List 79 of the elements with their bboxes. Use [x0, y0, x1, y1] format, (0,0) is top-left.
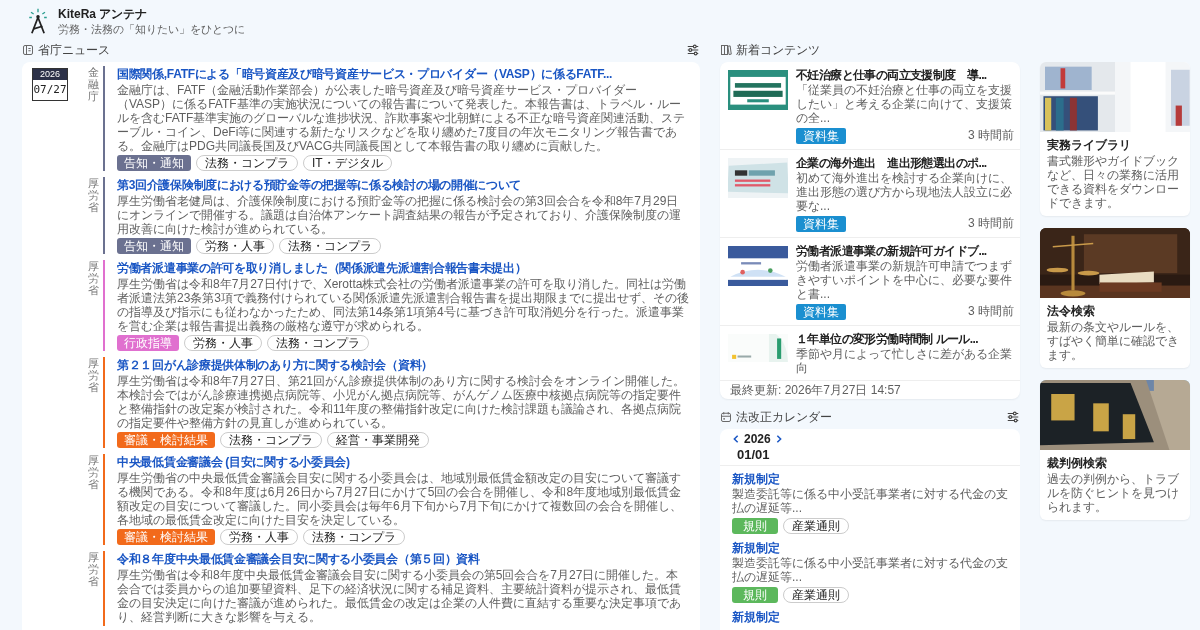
- calendar-year: 2026: [744, 432, 771, 446]
- time-ago: 3 時間前: [968, 303, 1014, 320]
- news-title-link[interactable]: 第3回介護保険制度における預貯金等の把握等に係る検討の場の開催について: [117, 177, 690, 193]
- service-description: 最新の条文やルールを、すばやく簡単に確認できます。: [1047, 320, 1180, 362]
- service-title: 法令検索: [1047, 303, 1096, 319]
- service-description: 過去の判例から、トラブルを防ぐヒントを見つけられます。: [1047, 472, 1180, 514]
- newspaper-icon: [22, 44, 34, 56]
- news-summary: 厚生労働省は令和8年7月27日、第21回がん診療提供体制のあり方に関する検討会をオンライン開催した。本検討会ではがん診療連携拠点病院等、小児がん拠点病院等、がんゲノム医療中核拠点病院等の指定要件と整備指針の改定案が検討された。令和11年度の整備指針改定に向けた検討課題も議論され、各拠点病院の指定要件や整備方針の見直しが進められている。: [117, 374, 687, 430]
- content-summary: 「従業員の不妊治療と仕事の両立を支援したい」と考える企業に向けて、支援策の全...: [796, 83, 1013, 125]
- next-year-button[interactable]: [774, 434, 783, 444]
- content-title: 不妊治療と仕事の両立支援制度 導...: [796, 68, 988, 83]
- news-title-link[interactable]: 中央最低賃金審議会 (目安に関する小委員会): [117, 454, 690, 470]
- content-summary: 初めて海外進出を検討する企業向けに、進出形態の選び方から現地法人設立に必要な...: [796, 171, 1013, 213]
- news-summary: 厚生労働省の中央最低賃金審議会目安に関する小委員会は、地域別最低賃金額改定の目安について審議する機関である。令和8年度は6月26日から7月27日にかけて5回の会合を開催し、令和8年度地域別最低賃金額改定の目安について審議した。同小委員会は毎年6月下旬から7月下旬にかけて複数回の会合を開催し、各地域の最低賃金改定に向けた目安を決定している。: [117, 471, 684, 527]
- content-title: １年単位の変形労働時間制 ルール...: [796, 332, 979, 347]
- filter-button[interactable]: [686, 43, 700, 57]
- category-tag: 審議・検討結果: [117, 529, 215, 545]
- filter-button[interactable]: [1006, 410, 1020, 424]
- news-title-link[interactable]: 国際関係,FATFによる「暗号資産及び暗号資産サービス・プロバイダー（VASP）に係るFATF...: [117, 66, 690, 82]
- content-item[interactable]: 労働者派遣事業の新規許可ガイドブ... 労働者派遣事業の新規許可申請でつまずきやすいポイントを中心に、必要な要件と書... 資料集 3 時間前: [720, 238, 1020, 326]
- previous-year-button[interactable]: [732, 434, 740, 444]
- entry-title-link[interactable]: 新規制定: [732, 609, 1014, 625]
- entry-title-link[interactable]: 新規制定: [732, 540, 1014, 556]
- filter-icon: [686, 43, 700, 57]
- type-tag: 資料集: [796, 127, 846, 144]
- news-summary: 厚生労働省老健局は、介護保険制度における預貯金等の把握に係る検討会の第3回会合を令和8年7月29日にオンラインで開催する。議題は自治体アンケート調査結果の報告が予定されており、介護保険制度の運用改善に向けた検討が進められている。: [117, 194, 682, 236]
- antenna-logo-icon: [28, 7, 48, 35]
- filter-icon: [1006, 410, 1020, 424]
- content-item[interactable]: 不妊治療と仕事の両立支援制度 導... 「従業員の不妊治療と仕事の両立を支援したい」と考える企業に向けて、支援策の全... 資料集 3 時間前: [720, 62, 1020, 150]
- content-item[interactable]: １年単位の変形労働時間制 ルール... 季節や月によって忙しさに差がある企業向: [720, 326, 1020, 380]
- content-title: 企業の海外進出 進出形態選出のポ...: [796, 156, 988, 171]
- content-summary: 季節や月によって忙しさに差がある企業向: [796, 347, 1013, 375]
- news-title-link[interactable]: 第２１回がん診療提供体制のあり方に関する検討会（資料）: [117, 357, 690, 373]
- agency-label: 厚労省: [88, 551, 99, 590]
- news-title-link[interactable]: 令和８年度中央最低賃金審議会目安に関する小委員会（第５回）資料: [117, 551, 690, 567]
- category-tag: 告知・通知: [117, 238, 191, 254]
- agency-label: 金融庁: [88, 66, 99, 105]
- category-tag: 告知・通知: [117, 155, 191, 171]
- section-heading: 省庁ニュース: [38, 42, 111, 58]
- service-card[interactable]: 裁判例検索 過去の判例から、トラブルを防ぐヒントを見つけられます。: [1040, 380, 1190, 520]
- time-ago: 3 時間前: [968, 127, 1014, 144]
- news-summary: 厚生労働省は令和8年7月27日付けで、Xerotta株式会社の労働者派遣事業の許可を取り消した。同社は労働者派遣法第23条第3項で義務付けられている関係派遣先派遣割合報告書を提出期限までに提出せず、その後の指導及び指示にも従わなかったため、同法第14条第1項第4号に基づき許可取消処分を行った。派遣事業を営む企業は報告書提出義務の厳格な遵守が求められる。: [117, 277, 690, 333]
- agency-label: 厚労省: [88, 454, 99, 493]
- service-card[interactable]: 実務ライブラリ 書式雛形やガイドブックなど、日々の業務に活用できる資料をダウンロードできます。: [1040, 62, 1190, 216]
- news-summary: 厚生労働省は令和8年度中央最低賃金審議会目安に関する小委員会の第5回会合を7月27日に開催した。本会合では委員からの追加要望資料、足下の経済状況に関する補足資料、主要統計資料が提示され、最低賃金の目安決定に向けた審議が進められた。最低賃金の改定は企業の人件費に直結する重要な決定事項であり、経営判断に大きな影響を与える。: [117, 568, 682, 624]
- last-updated: 最終更新: 2026年7月27日 14:57: [720, 380, 1020, 399]
- chevron-left-icon: [732, 434, 740, 444]
- category-tag: 行政指導: [117, 335, 179, 351]
- entry-title-link[interactable]: 新規制定: [732, 471, 1014, 487]
- content-title: 労働者派遣事業の新規許可ガイドブ...: [796, 244, 988, 259]
- agency-label: 厚労省: [88, 357, 99, 396]
- category-tag: 規則: [732, 518, 778, 534]
- section-heading: 法改正カレンダー: [736, 409, 833, 425]
- calendar-icon: [720, 411, 732, 423]
- type-tag: 資料集: [796, 303, 846, 320]
- time-ago: 3 時間前: [968, 215, 1014, 232]
- date-day: 07/27: [33, 80, 67, 100]
- content-item[interactable]: 企業の海外進出 進出形態選出のポ... 初めて海外進出を検討する企業向けに、進出形態の選び方から現地法人設立に必要な... 資料集 3 時間前: [720, 150, 1020, 238]
- calendar-date: 01/01: [736, 446, 771, 463]
- service-card[interactable]: 法令検索 最新の条文やルールを、すばやく簡単に確認できます。: [1040, 228, 1190, 368]
- news-title-link[interactable]: 労働者派遣事業の許可を取り消しました（関係派遣先派遣割合報告書未提出）: [117, 260, 690, 276]
- category-tag: 審議・検討結果: [117, 432, 215, 448]
- service-description: 書式雛形やガイドブックなど、日々の業務に活用できる資料をダウンロードできます。: [1047, 154, 1180, 210]
- books-icon: [720, 44, 732, 56]
- service-title: 裁判例検索: [1047, 455, 1108, 471]
- service-title: 実務ライブラリ: [1047, 137, 1132, 153]
- app-tagline: 労務・法務の「知りたい」をひとつに: [58, 21, 245, 36]
- app-title: KiteRa アンテナ: [58, 6, 149, 22]
- section-heading: 新着コンテンツ: [736, 42, 821, 58]
- category-tag: 規則: [732, 587, 778, 603]
- news-summary: 金融庁は、FATF（金融活動作業部会）が公表した暗号資産及び暗号資産サービス・プロバイダー（VASP）に係るFATF基準の実施状況についての報告書について発表した。本報告書は、トラベル・ルールを含むFATF基準実施のグローバルな進捗状況、詐欺事案や北朝鮮による不正な暗号資産関連活動、ステーブル・コイン、DeFi等に関連する新たなリスクなどを取り纏めた7度目の年次モニタリング報告書である。金融庁はPDG共同議長国及びVACG共同議長国として本報告書の取り纏めに貢献した。: [117, 83, 687, 153]
- content-summary: 労働者派遣事業の新規許可申請でつまずきやすいポイントを中心に、必要な要件と書...: [796, 259, 1013, 301]
- agency-label: 厚労省: [88, 177, 99, 216]
- entry-summary: 製造委託等に係る中小受託事業者に対する代金の支払の遅延等...: [732, 556, 1009, 584]
- entry-summary: 製造委託等に係る中小受託事業者に対する代金の支払の遅延等...: [732, 487, 1009, 515]
- agency-label: 厚労省: [88, 260, 99, 299]
- chevron-right-icon: [774, 434, 783, 444]
- type-tag: 資料集: [796, 215, 846, 232]
- date-year: 2026: [33, 69, 67, 80]
